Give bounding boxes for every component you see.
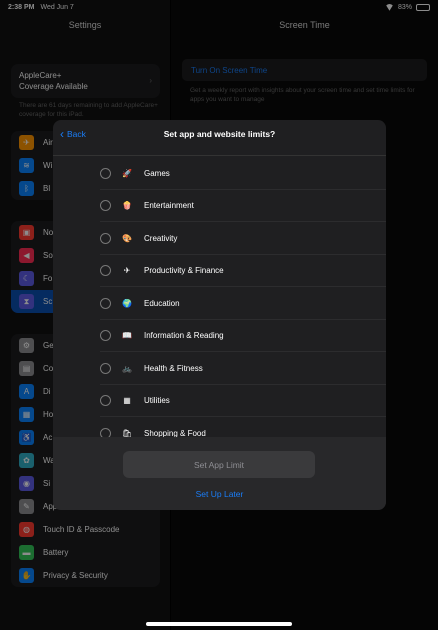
- set-up-later-button[interactable]: Set Up Later: [53, 489, 386, 499]
- category-label: Creativity: [144, 233, 178, 243]
- category-label: Utilities: [144, 396, 170, 406]
- category-label: Productivity & Finance: [144, 266, 224, 276]
- home-indicator: [146, 622, 292, 626]
- radio-button[interactable]: [100, 200, 111, 212]
- category-label: Education: [144, 298, 180, 308]
- category-label: Entertainment: [144, 201, 194, 211]
- globe-icon: 🌍: [122, 298, 132, 308]
- category-row[interactable]: 🛍 Shopping & Food: [53, 417, 386, 439]
- category-row[interactable]: 🚀 Games: [53, 157, 386, 190]
- rocket-icon: 🚀: [122, 168, 132, 178]
- category-row[interactable]: 🍿 Entertainment: [53, 190, 386, 223]
- palette-icon: 🎨: [122, 233, 132, 243]
- radio-button[interactable]: [100, 167, 111, 179]
- radio-button[interactable]: [100, 362, 111, 374]
- app-limits-modal: ‹ Back Set app and website limits? 🚀 Game…: [53, 120, 386, 510]
- category-row[interactable]: 🎨 Creativity: [53, 222, 386, 255]
- paper-plane-icon: ✈: [123, 266, 131, 276]
- modal-footer: Set App Limit Set Up Later: [53, 437, 386, 510]
- category-row[interactable]: 📖 Information & Reading: [53, 320, 386, 353]
- category-label: Health & Fitness: [144, 363, 203, 373]
- category-label: Information & Reading: [144, 331, 224, 341]
- radio-button[interactable]: [100, 297, 111, 309]
- category-label: Games: [144, 168, 170, 178]
- modal-header: ‹ Back Set app and website limits?: [53, 120, 386, 156]
- category-row[interactable]: ✈ Productivity & Finance: [53, 255, 386, 288]
- bicycle-icon: 🚲: [122, 363, 132, 373]
- category-row[interactable]: 🚲 Health & Fitness: [53, 352, 386, 385]
- calculator-icon: ▦: [123, 396, 131, 406]
- radio-button[interactable]: [100, 330, 111, 342]
- radio-button[interactable]: [100, 395, 111, 407]
- radio-button[interactable]: [100, 232, 111, 244]
- popcorn-icon: 🍿: [122, 201, 132, 211]
- radio-button[interactable]: [100, 265, 111, 277]
- category-row[interactable]: 🌍 Education: [53, 287, 386, 320]
- set-app-limit-button[interactable]: Set App Limit: [123, 451, 315, 478]
- category-row[interactable]: ▦ Utilities: [53, 385, 386, 418]
- category-list: 🚀 Games 🍿 Entertainment 🎨 Creativity ✈ Producti…: [53, 157, 386, 439]
- book-icon: 📖: [122, 331, 132, 341]
- modal-title: Set app and website limits?: [163, 129, 276, 139]
